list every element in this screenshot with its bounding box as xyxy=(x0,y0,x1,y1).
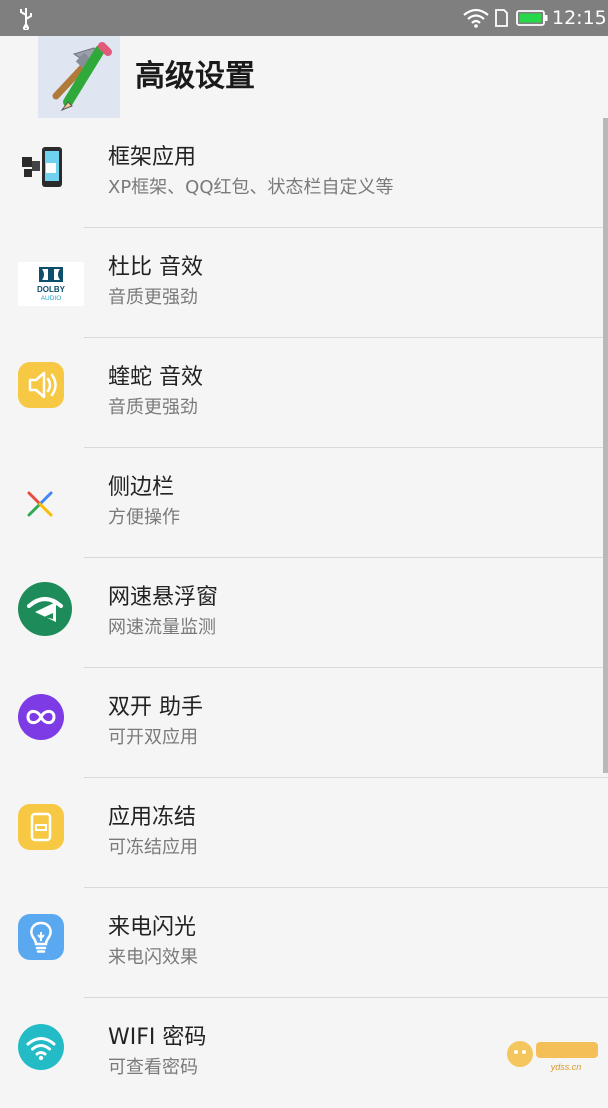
list-item-viper-audio[interactable]: 蝰蛇 音效 音质更强劲 xyxy=(0,338,608,448)
item-title: 来电闪光 xyxy=(108,915,197,940)
tools-app-icon xyxy=(38,36,120,118)
dolby-text: DOLBY xyxy=(37,285,66,294)
item-subtitle: 方便操作 xyxy=(108,507,180,528)
freeze-icon xyxy=(18,804,64,850)
page-title: 高级设置 xyxy=(135,59,255,94)
item-subtitle: 网速流量监测 xyxy=(108,617,216,638)
settings-list: 框架应用 XP框架、QQ红包、状态栏自定义等 DOLBY AUDIO 杜比 音效… xyxy=(0,118,608,1108)
item-title: 双开 助手 xyxy=(108,695,203,720)
list-item-framework[interactable]: 框架应用 XP框架、QQ红包、状态栏自定义等 xyxy=(0,118,608,228)
sidebar-x-icon xyxy=(27,491,53,517)
item-subtitle: 可冻结应用 xyxy=(108,837,198,858)
item-subtitle: 可查看密码 xyxy=(108,1057,198,1078)
dolby-audio-icon: DOLBY AUDIO xyxy=(18,262,84,306)
scrollbar[interactable] xyxy=(603,118,608,773)
item-subtitle: 音质更强劲 xyxy=(108,287,198,308)
light-bulb-icon xyxy=(18,914,64,960)
item-title: 网速悬浮窗 xyxy=(108,585,219,610)
list-item-dual-app[interactable]: 双开 助手 可开双应用 xyxy=(0,668,608,778)
item-title: 蝰蛇 音效 xyxy=(108,365,203,390)
speaker-icon xyxy=(18,362,64,408)
item-subtitle: XP框架、QQ红包、状态栏自定义等 xyxy=(108,177,394,198)
wifi-icon xyxy=(18,1024,64,1070)
status-bar: 12:15 xyxy=(0,0,608,36)
battery-icon xyxy=(516,10,548,26)
infinity-icon xyxy=(18,694,64,740)
watermark-logo: ydss.cn xyxy=(507,1041,598,1072)
item-title: 应用冻结 xyxy=(108,805,197,830)
item-subtitle: 可开双应用 xyxy=(108,727,198,748)
status-time: 12:15 xyxy=(552,7,607,29)
list-item-network-speed[interactable]: 网速悬浮窗 网速流量监测 xyxy=(0,558,608,668)
list-item-dolby-audio[interactable]: DOLBY AUDIO 杜比 音效 音质更强劲 xyxy=(0,228,608,338)
list-item-sidebar[interactable]: 侧边栏 方便操作 xyxy=(0,448,608,558)
wifi-signal-icon xyxy=(463,8,489,28)
watermark-text: ydss.cn xyxy=(550,1062,582,1072)
list-item-app-freeze[interactable]: 应用冻结 可冻结应用 xyxy=(0,778,608,888)
audio-text: AUDIO xyxy=(41,295,62,302)
item-title: 杜比 音效 xyxy=(108,255,203,280)
usb-icon xyxy=(20,8,32,30)
list-item-call-flash[interactable]: 来电闪光 来电闪效果 xyxy=(0,888,608,998)
item-subtitle: 音质更强劲 xyxy=(108,397,198,418)
item-title: 侧边栏 xyxy=(108,475,175,500)
sim-card-icon xyxy=(495,9,508,27)
network-speed-icon xyxy=(18,582,72,636)
puzzle-module-icon xyxy=(22,147,62,187)
item-title: 框架应用 xyxy=(108,145,197,170)
page-header: 高级设置 xyxy=(0,36,608,118)
item-title: WIFI 密码 xyxy=(108,1025,207,1050)
item-subtitle: 来电闪效果 xyxy=(108,947,198,968)
